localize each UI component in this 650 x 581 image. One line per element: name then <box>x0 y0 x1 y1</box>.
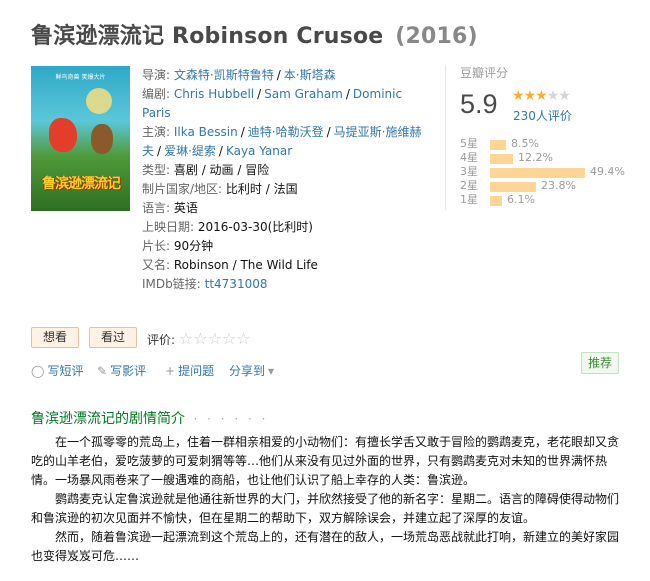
cast-link[interactable]: 迪特·哈勒沃登 <box>248 125 324 139</box>
poster-tagline: 鲜鸟奇兽 笑爆大片 <box>55 74 106 81</box>
cast-label: 主演: <box>142 125 171 139</box>
ask-question-link[interactable]: + 提问题 <box>165 362 214 379</box>
pencil-icon: ✎ <box>97 364 108 378</box>
recommend-button[interactable]: 推荐 <box>581 352 619 374</box>
summary-paragraph: 在一个孤零零的荒岛上，住着一群相亲相爱的小动物们：有擅长学舌又敢于冒险的鹦鹉麦克… <box>31 435 620 487</box>
rating-dist-row: 1星 6.1% <box>460 193 630 207</box>
rating-dist-row: 4星 12.2% <box>460 151 630 165</box>
rating-dist-label: 2星 <box>460 179 478 192</box>
cast-link[interactable]: Kaya Yanar <box>226 144 292 158</box>
star-filled-icon: ★ <box>535 88 548 104</box>
summary-paragraph: 鹦鹉麦克认定鲁滨逊就是他通往新世界的大门，并欣然接受了他的新名字：星期二。语言的… <box>31 492 620 525</box>
info-cast: 主演: Ilka Bessin / 迪特·哈勒沃登 / 马提亚斯·施维赫夫 / 爱琳·缇索 /… <box>142 125 422 158</box>
poster-title-art: 鲁滨逊漂流记 <box>42 176 121 192</box>
rating-stars: ★★★★★ <box>512 88 571 104</box>
rating-dist-bar <box>490 154 513 164</box>
star-empty-icon: ★ <box>558 88 571 104</box>
info-language: 语言: 英语 <box>142 199 432 218</box>
rating-dist-bar <box>490 140 506 150</box>
page-title: 鲁滨逊漂流记 Robinson Crusoe (2016) <box>31 18 478 50</box>
summary-heading-text: 鲁滨逊漂流记的剧情简介 <box>31 411 185 427</box>
watched-button[interactable]: 看过 <box>89 327 137 348</box>
votes-link[interactable]: 230人评价 <box>513 107 572 124</box>
info-directors: 导演: 文森特·凯斯特鲁特 / 本·斯塔森 <box>142 68 336 82</box>
rating-distribution: 5星 8.5% 4星 12.2% 3星 49.4% 2星 23.8% 1星 6.1% <box>460 137 630 207</box>
rating-divider <box>445 65 446 210</box>
cast-link[interactable]: 爱琳·缇索 <box>164 144 216 158</box>
star-filled-icon: ★ <box>512 88 525 104</box>
director-link[interactable]: 文森特·凯斯特鲁特 <box>174 68 274 82</box>
summary-heading: 鲁滨逊漂流记的剧情简介 · · · · · · <box>31 408 268 428</box>
rating-score: 5.9 <box>460 89 498 119</box>
cast-link[interactable]: Ilka Bessin <box>174 125 238 139</box>
rating-dist-percent: 6.1% <box>507 193 535 206</box>
rating-dist-percent: 12.2% <box>518 151 553 164</box>
rating-dist-label: 1星 <box>460 193 478 206</box>
speech-bubble-icon: ◯ <box>31 364 45 378</box>
genre-label: 类型: <box>142 163 171 177</box>
writer-link[interactable]: Chris Hubbell <box>174 87 254 101</box>
rating-dist-row: 3星 49.4% <box>460 165 630 179</box>
writer-label: 编剧: <box>142 87 171 101</box>
summary-paragraph: 然而，随着鲁滨逊一起漂流到这个荒岛上的，还有潜在的敌人，一场荒岛恶战就此打响，新… <box>31 530 620 563</box>
star-filled-icon: ★ <box>523 88 537 104</box>
info-runtime: 片长: 90分钟 <box>142 237 432 256</box>
rating-dist-percent: 8.5% <box>511 137 539 150</box>
rating-dist-label: 3星 <box>460 165 478 178</box>
aka-label: 又名: <box>142 258 171 272</box>
country-value: 比利时 / 法国 <box>225 182 298 196</box>
my-rating-label: 评价: <box>147 333 176 347</box>
rating-dist-bar <box>490 182 536 192</box>
chevron-down-icon: ▾ <box>268 364 275 378</box>
release-label: 上映日期: <box>142 220 195 234</box>
write-review-link[interactable]: ◯ 写短评 <box>31 362 83 379</box>
info-imdb: IMDb链接: tt4731008 <box>142 275 432 294</box>
genre-value: 喜剧 / 动画 / 冒险 <box>173 163 270 177</box>
my-rating-stars[interactable]: ☆☆☆☆☆ <box>179 329 251 348</box>
info-country: 制片国家/地区: 比利时 / 法国 <box>142 180 432 199</box>
language-label: 语言: <box>142 201 171 215</box>
movie-poster[interactable]: 鲜鸟奇兽 笑爆大片 鲁滨逊漂流记 <box>31 66 130 211</box>
aka-value: Robinson / The Wild Life <box>173 258 318 272</box>
rating-dist-bar <box>490 196 502 206</box>
info-genre: 类型: 喜剧 / 动画 / 冒险 <box>142 161 432 180</box>
rating-dist-percent: 23.8% <box>541 179 576 192</box>
movie-title: 鲁滨逊漂流记 Robinson Crusoe <box>31 24 384 49</box>
runtime-value: 90分钟 <box>173 239 214 253</box>
summary-heading-dots: · · · · · · <box>193 412 269 426</box>
director-link[interactable]: 本·斯塔森 <box>284 68 336 82</box>
share-dropdown[interactable]: 分享到 ▾ <box>229 362 277 379</box>
rating-dist-row: 5星 8.5% <box>460 137 630 151</box>
poster-sun-graphic <box>86 88 112 114</box>
movie-year: (2016) <box>395 24 478 49</box>
imdb-label: IMDb链接: <box>142 277 201 291</box>
runtime-label: 片长: <box>142 239 171 253</box>
director-label: 导演: <box>142 68 171 82</box>
write-film-review-link[interactable]: ✎ 写影评 <box>97 362 146 379</box>
poster-animal-graphic <box>91 124 113 154</box>
plus-icon: + <box>165 364 176 378</box>
writer-link[interactable]: Sam Graham <box>264 87 343 101</box>
rating-dist-bar <box>490 168 585 178</box>
rating-dist-row: 2星 23.8% <box>460 179 630 193</box>
info-release: 上映日期: 2016-03-30(比利时) <box>142 218 432 237</box>
want-to-watch-button[interactable]: 想看 <box>31 327 79 348</box>
my-rating: 评价: ☆☆☆☆☆ <box>147 329 251 348</box>
info-aka: 又名: Robinson / The Wild Life <box>142 256 432 275</box>
star-empty-icon: ★ <box>546 88 560 104</box>
rating-dist-label: 4星 <box>460 151 478 164</box>
rating-dist-percent: 49.4% <box>590 165 625 178</box>
summary-body: 在一个孤零零的荒岛上，住着一群相亲相爱的小动物们：有擅长学舌又敢于冒险的鹦鹉麦克… <box>31 433 625 566</box>
rating-label: 豆瓣评分 <box>460 66 509 80</box>
info-writers: 编剧: Chris Hubbell / Sam Graham / Dominic Par… <box>142 87 403 120</box>
release-value: 2016-03-30(比利时) <box>197 220 313 234</box>
country-label: 制片国家/地区: <box>142 182 223 196</box>
rating-dist-label: 5星 <box>460 137 478 150</box>
imdb-link[interactable]: tt4731008 <box>205 277 268 291</box>
movie-info: 导演: 文森特·凯斯特鲁特 / 本·斯塔森 编剧: Chris Hubbell / Sa… <box>142 66 432 294</box>
poster-parrot-graphic <box>49 118 77 152</box>
language-value: 英语 <box>173 201 198 215</box>
